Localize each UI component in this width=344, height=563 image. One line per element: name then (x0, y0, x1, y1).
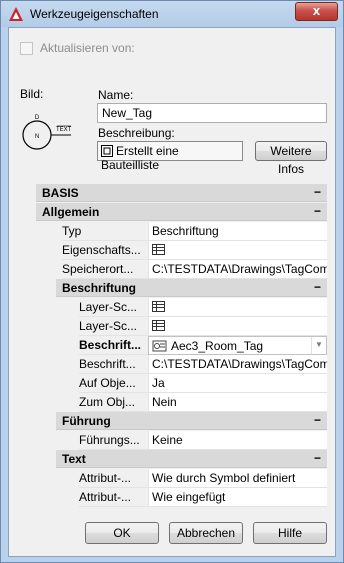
property-value[interactable]: C:\TESTDATA\Drawings\TagCompl... (148, 355, 327, 374)
table-icon[interactable] (152, 244, 165, 256)
category-text-label: Text (62, 452, 86, 466)
property-name: Layer-Sc... (79, 298, 148, 317)
property-value[interactable]: Wie eingefügt (148, 488, 327, 507)
property-name: Layer-Sc... (79, 317, 148, 336)
category-basis[interactable]: BASIS − (36, 184, 327, 202)
property-row[interactable]: Beschrift... C:\TESTDATA\Drawings\TagCom… (36, 355, 327, 374)
description-field[interactable]: Erstellt eine Bauteilliste (97, 141, 243, 172)
close-button[interactable]: x (295, 2, 338, 21)
property-value[interactable] (148, 317, 327, 336)
property-name: Auf Obje... (79, 374, 148, 393)
property-value[interactable]: Ja (148, 374, 327, 393)
description-label: Beschreibung: (98, 126, 175, 140)
property-grid: BASIS − Allgemein − Typ Beschriftung Eig… (36, 184, 327, 510)
property-value[interactable]: Wie durch Symbol definiert (148, 469, 327, 488)
category-fuehrung[interactable]: Führung − (56, 412, 327, 430)
tag-style-value: Aec3_Room_Tag (171, 339, 264, 353)
property-name: Führungs... (79, 431, 148, 450)
dialog-body: Aktualisieren von: Bild: N D TEXT Name: … (8, 27, 336, 557)
property-value[interactable] (148, 298, 327, 317)
property-name: Speicherort... (62, 260, 148, 279)
category-allgemein[interactable]: Allgemein − (36, 203, 327, 221)
property-name: Zum Obj... (79, 393, 148, 412)
collapse-beschriftung-icon[interactable]: − (314, 279, 321, 296)
property-row[interactable]: Layer-Sc... (36, 298, 327, 317)
property-value[interactable]: Keine (148, 431, 327, 450)
property-row[interactable]: Typ Beschriftung (36, 222, 327, 241)
property-name: Attribut-... (79, 488, 148, 507)
category-basis-label: BASIS (42, 186, 79, 200)
property-name: Attribut-... (79, 469, 148, 488)
collapse-fuehrung-icon[interactable]: − (314, 412, 321, 429)
tag-style-dropdown[interactable]: Aec3_Room_Tag ▼ (148, 336, 327, 355)
property-value[interactable]: Nein (148, 393, 327, 412)
property-row[interactable]: Führungs... Keine (36, 431, 327, 450)
update-from-label: Aktualisieren von: (40, 41, 135, 55)
property-row[interactable]: Layer-Sc... (36, 317, 327, 336)
collapse-allgemein-icon[interactable]: − (314, 203, 321, 220)
property-row[interactable]: Speicherort... C:\TESTDATA\Drawings\TagC… (36, 260, 327, 279)
table-icon[interactable] (152, 320, 165, 332)
property-row[interactable]: Attribut-... Wie eingefügt (36, 488, 327, 507)
name-input[interactable]: New_Tag (97, 103, 327, 123)
property-value[interactable]: C:\TESTDATA\Drawings\TagCompl... (148, 260, 327, 279)
preview-top-text: D (35, 115, 40, 121)
category-fuehrung-label: Führung (62, 414, 111, 428)
property-row[interactable]: Eigenschafts... (36, 241, 327, 260)
preview-text: TEXT (56, 127, 72, 133)
update-from-checkbox[interactable] (20, 42, 33, 55)
property-row[interactable]: Zum Obj... Nein (36, 393, 327, 412)
category-text[interactable]: Text − (56, 450, 327, 468)
property-name: Beschrift... (79, 355, 148, 374)
property-name: Beschrift... (79, 336, 148, 355)
category-beschriftung[interactable]: Beschriftung − (56, 279, 327, 297)
title-bar[interactable]: Werkzeugeigenschaften x (1, 1, 343, 27)
autocad-logo-icon (9, 7, 23, 21)
category-beschriftung-label: Beschriftung (62, 281, 137, 295)
chevron-down-icon[interactable]: ▼ (311, 337, 326, 354)
tag-icon (152, 340, 167, 352)
name-label: Name: (98, 88, 134, 102)
property-name: Typ (62, 222, 148, 241)
property-row-selected[interactable]: Beschrift... Aec3_Room_Tag ▼ (36, 336, 327, 355)
more-info-button[interactable]: Weitere Infos (255, 141, 327, 176)
help-button[interactable]: Hilfe (253, 522, 327, 544)
tag-preview-image: N D TEXT (22, 115, 72, 150)
table-icon[interactable] (152, 301, 165, 313)
collapse-basis-icon[interactable]: − (314, 184, 321, 201)
window-title: Werkzeugeigenschaften (30, 7, 159, 21)
property-value[interactable]: Beschriftung (148, 222, 327, 241)
dialog-window: Werkzeugeigenschaften x Aktualisieren vo… (0, 0, 344, 563)
property-row[interactable]: Auf Obje... Ja (36, 374, 327, 393)
preview-circle-text: N (35, 134, 39, 140)
cancel-button[interactable]: Abbrechen (169, 522, 243, 544)
ok-button[interactable]: OK (85, 522, 159, 544)
property-value[interactable] (148, 241, 327, 260)
image-label: Bild: (20, 87, 44, 101)
category-allgemein-label: Allgemein (42, 205, 100, 219)
property-name: Eigenschafts... (62, 241, 148, 260)
collapse-text-icon[interactable]: − (314, 450, 321, 467)
property-row[interactable]: Attribut-... Wie durch Symbol definiert (36, 469, 327, 488)
component-list-icon (101, 144, 113, 157)
